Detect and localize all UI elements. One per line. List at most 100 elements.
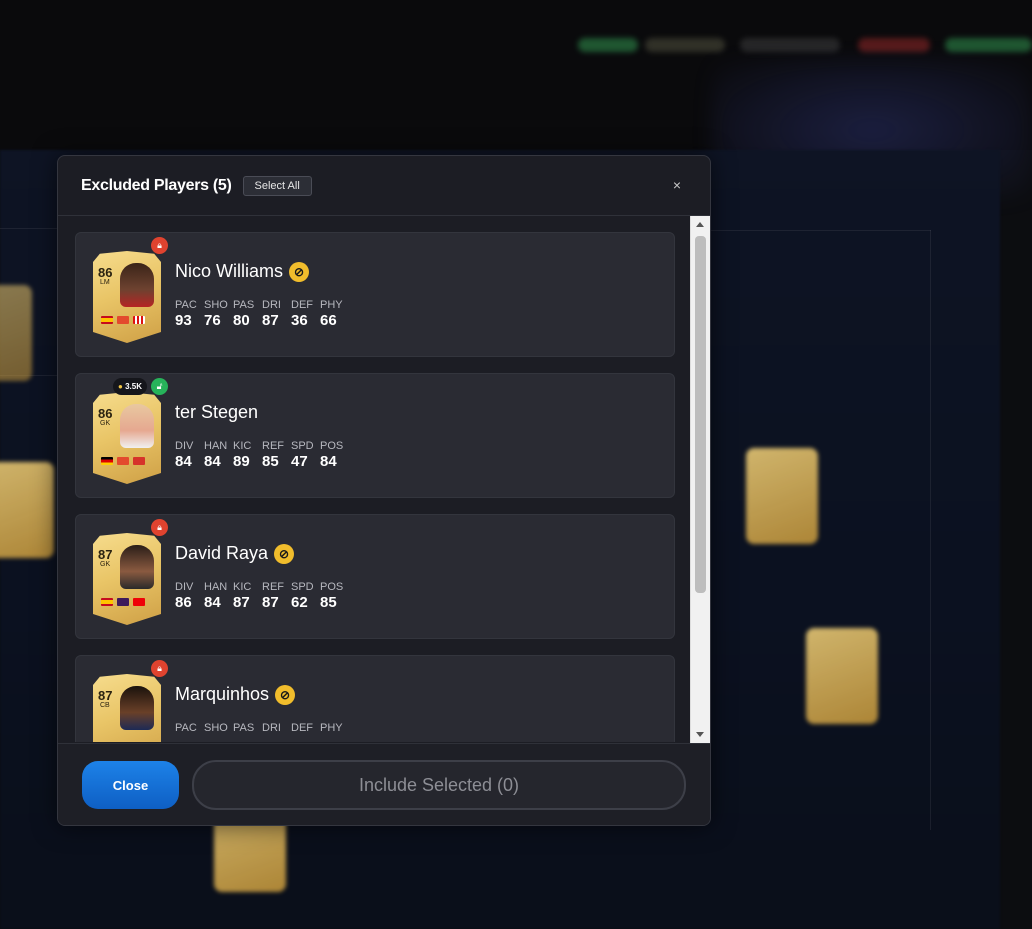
stat-value: 62 [291, 594, 308, 611]
stat-label: DRI [262, 722, 281, 734]
scroll-up-arrow-icon[interactable] [696, 222, 704, 227]
stat-label: PHY [320, 722, 343, 734]
stat-phy: PHY 66 [320, 299, 343, 329]
stat-label: SPD [291, 581, 314, 593]
stat-value: 36 [291, 312, 308, 329]
stat-label: HAN [204, 581, 228, 593]
card-rating: 86 [98, 265, 113, 280]
background-pitch-line [711, 230, 931, 231]
stat-han: HAN 84 [204, 440, 227, 470]
stat-label: PAC [175, 299, 197, 311]
player-card: 87 GK [93, 533, 161, 625]
stat-label: SHO [204, 299, 228, 311]
player-stats: PAC SHO PAS DRI DEF PHY [175, 722, 343, 735]
player-stats: DIV 84 HAN 84 KIC 89 REF 85 SPD 47 POS 84 [175, 440, 344, 470]
stat-han: HAN 84 [204, 581, 228, 611]
stat-value: 80 [233, 312, 250, 329]
stat-value: 84 [175, 453, 192, 470]
stat-sho: SHO 76 [204, 299, 228, 329]
player-portrait [120, 263, 154, 307]
stat-label: DIV [175, 440, 194, 452]
nation-flag-icon [101, 316, 113, 324]
stat-value: 84 [320, 453, 337, 470]
player-row[interactable]: 87 CB 🔒︎ Marquinhos ⊘ PAC SHO PAS DRI DE… [75, 655, 675, 742]
card-position: CB [100, 702, 110, 709]
modal-footer: Close Include Selected (0) [58, 743, 710, 825]
close-button[interactable]: Close [82, 761, 179, 809]
stat-label: KIC [233, 440, 252, 452]
stat-label: PAS [233, 299, 255, 311]
stat-label: PAC [175, 722, 197, 734]
stat-label: POS [320, 440, 344, 452]
excluded-players-list[interactable]: 86 LM 🔒︎ Nico Williams ⊘ PAC 93 SHO 76 PAS… [58, 217, 690, 742]
player-name-text: Nico Williams [175, 261, 283, 281]
background-status-bar [578, 38, 638, 52]
stat-def: DEF 36 [291, 299, 313, 329]
select-all-button[interactable]: Select All [242, 175, 312, 196]
stat-label: REF [262, 581, 284, 593]
modal-header: Excluded Players (5) Select All × [58, 156, 710, 216]
stat-label: PHY [320, 299, 343, 311]
modal-title: Excluded Players (5) [81, 176, 232, 194]
card-rating: 87 [98, 688, 113, 703]
stat-ref: REF 87 [262, 581, 284, 611]
player-name-text: Marquinhos [175, 684, 270, 704]
lock-icon[interactable]: 🔒︎ [151, 519, 168, 536]
player-row[interactable]: 86 LM 🔒︎ Nico Williams ⊘ PAC 93 SHO 76 PAS… [75, 232, 675, 357]
stat-value: 87 [262, 312, 279, 329]
stat-value: 93 [175, 312, 192, 329]
scroll-down-arrow-icon[interactable] [696, 732, 704, 737]
stat-value: 86 [175, 594, 192, 611]
card-rating: 86 [98, 406, 113, 421]
untradeable-icon: ⊘ [275, 684, 296, 705]
player-stats: DIV 86 HAN 84 KIC 87 REF 87 SPD 62 POS 85 [175, 581, 344, 611]
stat-label: POS [320, 581, 344, 593]
close-icon[interactable]: × [670, 178, 684, 192]
card-position: LM [100, 279, 110, 286]
card-position: GK [100, 420, 111, 427]
stat-value: 47 [291, 453, 308, 470]
stat-value: 76 [204, 312, 221, 329]
card-rating: 87 [98, 547, 113, 562]
excluded-players-modal: Excluded Players (5) Select All × 86 LM … [57, 155, 711, 826]
player-name: ter Stegen [175, 402, 258, 423]
unlock-icon[interactable]: 🔓︎ [151, 378, 168, 395]
stat-dri: DRI 87 [262, 299, 284, 329]
player-card: 86 GK [93, 392, 161, 484]
stat-kic: KIC 89 [233, 440, 255, 470]
stat-label: SHO [204, 722, 228, 734]
include-selected-button[interactable]: Include Selected (0) [192, 760, 686, 810]
league-icon [117, 598, 129, 606]
background-player-card [0, 462, 54, 558]
untradeable-icon: ⊘ [274, 543, 295, 564]
background-status-bar [858, 38, 930, 52]
list-scrollbar[interactable] [690, 216, 710, 743]
stat-spd: SPD 62 [291, 581, 314, 611]
stat-value: 84 [204, 453, 221, 470]
player-portrait [120, 545, 154, 589]
stat-kic: KIC 87 [233, 581, 255, 611]
lock-icon[interactable]: 🔒︎ [151, 660, 168, 677]
player-row[interactable]: 87 GK 🔒︎ David Raya ⊘ DIV 86 HAN 84 KIC 87 … [75, 514, 675, 639]
stat-phy: PHY [320, 722, 343, 735]
club-badge-icon [133, 598, 145, 606]
stat-pac: PAC [175, 722, 197, 735]
scrollbar-thumb[interactable] [695, 236, 706, 593]
stat-pos: POS 85 [320, 581, 344, 611]
league-icon [117, 457, 129, 465]
player-card: 86 LM [93, 251, 161, 343]
background-status-bar [945, 38, 1032, 52]
stat-label: DEF [291, 299, 313, 311]
stat-value: 87 [233, 594, 250, 611]
stat-def: DEF [291, 722, 313, 735]
stat-label: DRI [262, 299, 281, 311]
stat-dri: DRI [262, 722, 284, 735]
stat-value: 85 [262, 453, 279, 470]
stat-sho: SHO [204, 722, 228, 735]
background-player-card [746, 448, 818, 544]
lock-icon[interactable]: 🔒︎ [151, 237, 168, 254]
background-status-bar [740, 38, 840, 52]
stat-label: DEF [291, 722, 313, 734]
stat-pas: PAS 80 [233, 299, 255, 329]
player-row[interactable]: 86 GK ● 3.5K 🔓︎ ter Stegen DIV 84 HAN 84 K… [75, 373, 675, 498]
